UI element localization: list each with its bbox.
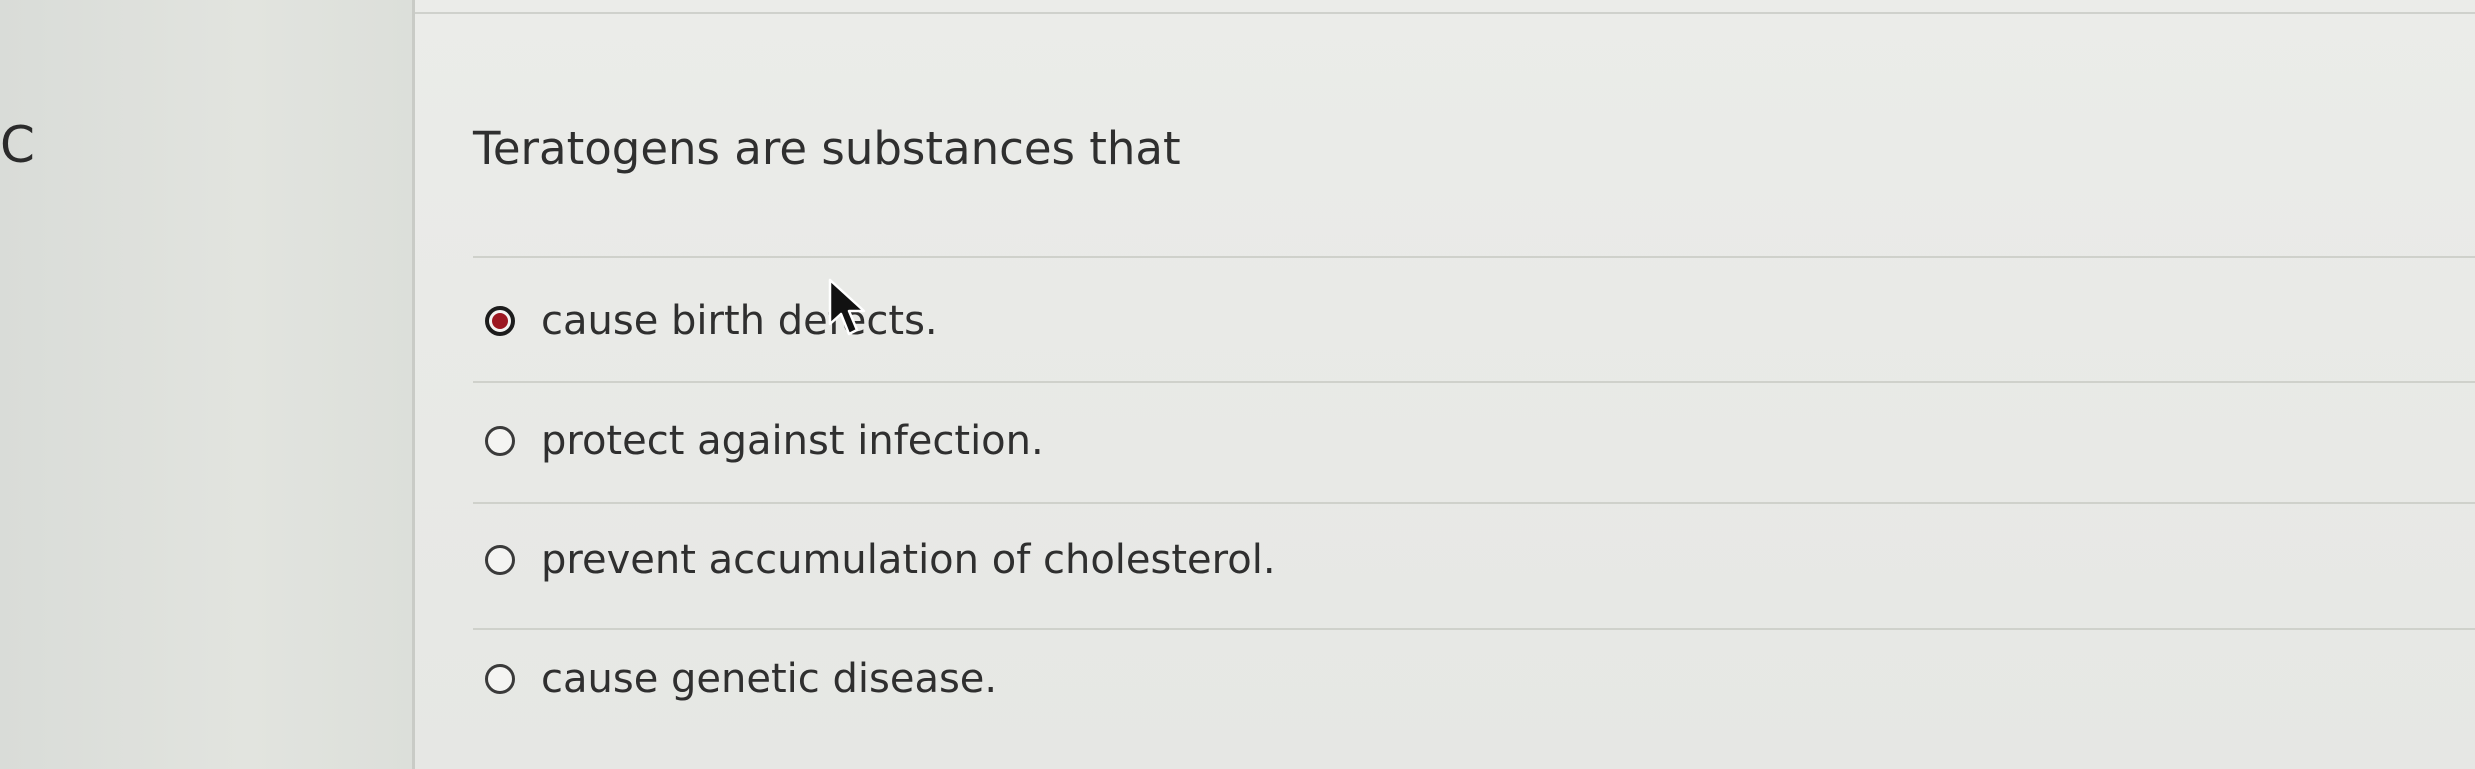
question-panel: Teratogens are substances that cause bir… (412, 0, 2475, 769)
question-text: Teratogens are substances that (473, 122, 1181, 175)
answer-option-label: cause genetic disease. (541, 656, 998, 702)
answer-option-label: prevent accumulation of cholesterol. (541, 537, 1276, 583)
option-divider (473, 502, 2475, 504)
answer-option-label: protect against infection. (541, 418, 1044, 464)
answer-option-1[interactable]: cause birth defects. (485, 286, 938, 356)
left-background-strip: C (0, 0, 412, 769)
option-divider (473, 381, 2475, 383)
radio-button[interactable] (485, 545, 515, 575)
question-divider (473, 256, 2475, 258)
answer-option-4[interactable]: cause genetic disease. (485, 644, 997, 714)
answer-option-3[interactable]: prevent accumulation of cholesterol. (485, 525, 1276, 595)
answer-option-label: cause birth defects. (541, 298, 938, 344)
answer-option-2[interactable]: protect against infection. (485, 406, 1044, 476)
mouse-pointer-icon (828, 278, 866, 336)
sidebar-letter: C (0, 116, 35, 174)
radio-button[interactable] (485, 664, 515, 694)
option-divider (473, 628, 2475, 630)
radio-button[interactable] (485, 426, 515, 456)
panel-top-divider (415, 12, 2475, 14)
radio-selected-dot (492, 313, 508, 329)
radio-button-selected[interactable] (485, 306, 515, 336)
